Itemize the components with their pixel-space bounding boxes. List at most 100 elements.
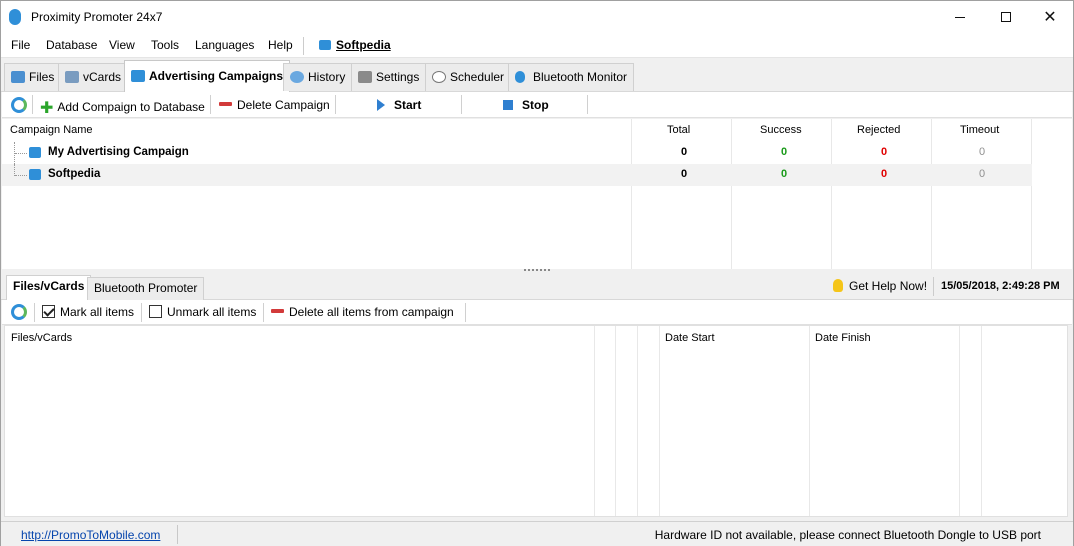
checkbox-empty-icon (149, 305, 162, 318)
get-help-button[interactable]: Get Help Now! (833, 279, 927, 293)
minimize-button[interactable] (937, 1, 983, 33)
delete-all-label: Delete all items from campaign (289, 305, 454, 319)
tree-connector (14, 142, 28, 164)
get-help-label: Get Help Now! (849, 279, 928, 293)
files-toolbar: Mark all items Unmark all items Delete a… (2, 300, 1072, 325)
splitter-grip-icon (524, 269, 550, 273)
bluetooth-app-icon (9, 9, 21, 25)
menu-bar: File Database View Tools Languages Help … (1, 33, 1073, 58)
column-header-date-start[interactable]: Date Start (665, 332, 715, 344)
campaign-name: Softpedia (48, 168, 101, 180)
toolbar-separator (461, 95, 462, 114)
files-icon (11, 71, 25, 83)
toolbar-separator (335, 95, 336, 114)
column-divider (981, 326, 982, 516)
tab-settings[interactable]: Settings (351, 63, 427, 91)
toolbar-separator (34, 303, 35, 322)
bluetooth-icon (319, 40, 331, 50)
minimize-icon (955, 16, 965, 18)
tab-label: Scheduler (450, 70, 505, 84)
website-link[interactable]: http://PromoToMobile.com (21, 528, 160, 542)
campaign-name: My Advertising Campaign (48, 146, 189, 158)
campaign-icon (29, 147, 41, 158)
column-header-timeout[interactable]: Timeout (960, 124, 999, 136)
softpedia-link-label: Softpedia (336, 38, 391, 52)
tab-bluetooth-monitor[interactable]: Bluetooth Monitor (508, 63, 635, 91)
datetime-separator (933, 277, 934, 296)
softpedia-link[interactable]: Softpedia (319, 38, 391, 52)
column-header-rejected[interactable]: Rejected (857, 124, 900, 136)
tab-vcards[interactable]: vCards (58, 63, 129, 91)
campaign-table: Campaign Name Total Success Rejected Tim… (2, 119, 1072, 269)
table-row[interactable]: My Advertising Campaign 0 0 0 0 (2, 142, 1032, 164)
tab-files-vcards[interactable]: Files/vCards (6, 275, 92, 301)
tab-files[interactable]: Files (4, 63, 62, 91)
column-divider (594, 326, 595, 516)
stop-button[interactable]: Stop (503, 98, 549, 112)
status-separator (177, 525, 178, 544)
delete-campaign-label: Delete Campaign (237, 98, 330, 112)
tree-connector (14, 164, 28, 176)
menu-file[interactable]: File (11, 38, 30, 52)
table-row[interactable]: Softpedia 0 0 0 0 (2, 164, 1032, 186)
close-button[interactable]: ✕ (1027, 1, 1073, 33)
tab-history[interactable]: History (283, 63, 353, 91)
minus-icon (219, 102, 232, 106)
status-bar: http://PromoToMobile.com Hardware ID not… (1, 521, 1073, 546)
tab-label: Files (29, 70, 55, 84)
mark-all-button[interactable]: Mark all items (42, 305, 134, 319)
tab-label: Settings (376, 70, 420, 84)
column-header-total[interactable]: Total (667, 124, 690, 136)
add-campaign-button[interactable]: ✚ Add Compaign to Database (40, 98, 205, 118)
rejected-count: 0 (880, 168, 888, 180)
column-divider (809, 326, 810, 516)
current-datetime: 15/05/2018, 2:49:28 PM (941, 280, 1060, 292)
lower-tab-bar: Files/vCards Bluetooth Promoter Get Help… (1, 274, 1073, 301)
column-divider (659, 326, 660, 516)
app-window: Proximity Promoter 24x7 ✕ File Database … (0, 0, 1074, 546)
menu-separator (303, 37, 304, 55)
column-header-date-finish[interactable]: Date Finish (815, 332, 871, 344)
window-title: Proximity Promoter 24x7 (31, 10, 163, 24)
delete-campaign-button[interactable]: Delete Campaign (219, 98, 330, 112)
refresh-icon[interactable] (11, 97, 27, 113)
maximize-button[interactable] (983, 1, 1029, 33)
unmark-all-label: Unmark all items (167, 305, 257, 319)
timeout-count: 0 (978, 168, 986, 180)
campaign-toolbar: ✚ Add Compaign to Database Delete Campaig… (2, 92, 1072, 118)
success-count: 0 (780, 146, 788, 158)
tab-advertising-campaigns[interactable]: Advertising Campaigns (124, 60, 291, 92)
tab-scheduler[interactable]: Scheduler (425, 63, 512, 91)
column-header-campaign-name[interactable]: Campaign Name (10, 124, 93, 136)
menu-view[interactable]: View (109, 38, 135, 52)
tab-label: Bluetooth Monitor (533, 70, 628, 84)
menu-languages[interactable]: Languages (195, 38, 254, 52)
column-header-files[interactable]: Files/vCards (11, 332, 72, 344)
files-table: Files/vCards Date Start Date Finish (4, 325, 1068, 517)
menu-help[interactable]: Help (268, 38, 293, 52)
campaign-icon (29, 169, 41, 180)
timeout-count: 0 (978, 146, 986, 158)
clock-icon (432, 71, 446, 83)
tab-label: vCards (83, 70, 122, 84)
tab-bluetooth-promoter[interactable]: Bluetooth Promoter (87, 277, 205, 300)
menu-tools[interactable]: Tools (151, 38, 179, 52)
rejected-count: 0 (880, 146, 888, 158)
delete-all-button[interactable]: Delete all items from campaign (271, 305, 454, 319)
stop-icon (503, 100, 513, 110)
start-label: Start (394, 98, 422, 112)
menu-database[interactable]: Database (46, 38, 97, 52)
column-divider (637, 326, 638, 516)
total-count: 0 (680, 146, 688, 158)
plus-icon: ✚ (40, 100, 54, 117)
minus-icon (271, 309, 284, 313)
start-button[interactable]: Start (377, 98, 421, 112)
refresh-icon[interactable] (11, 304, 27, 320)
toolbar-separator (210, 95, 211, 114)
toolbar-separator (465, 303, 466, 322)
play-icon (377, 99, 385, 111)
toolbar-separator (587, 95, 588, 114)
close-icon: ✕ (1043, 9, 1057, 26)
column-header-success[interactable]: Success (760, 124, 802, 136)
unmark-all-button[interactable]: Unmark all items (149, 305, 256, 319)
